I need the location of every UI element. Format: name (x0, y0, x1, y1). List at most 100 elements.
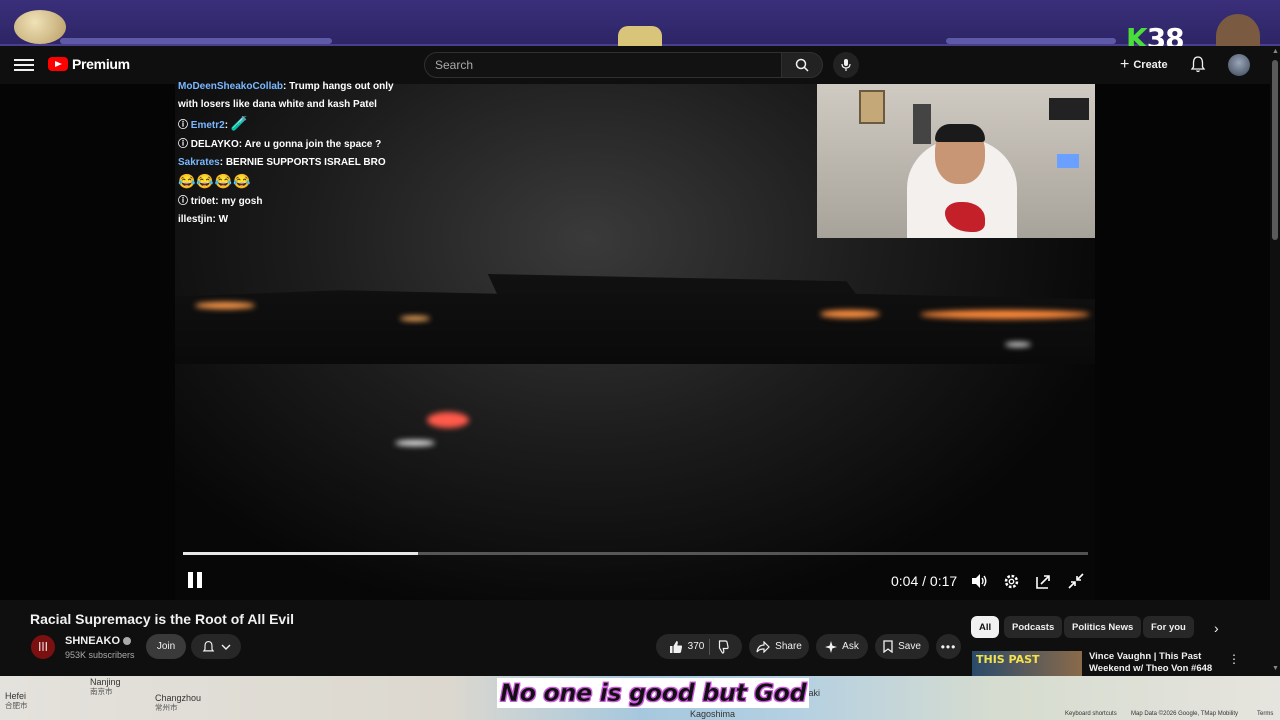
streamer-avatar-graphic (1216, 14, 1260, 46)
fire-glow (427, 412, 469, 428)
chat-message: illestjin: W (178, 214, 229, 226)
voice-search-button[interactable] (833, 52, 859, 78)
more-horizontal-icon: ••• (940, 639, 957, 654)
ask-button[interactable]: Ask (816, 634, 868, 659)
chip-all[interactable]: All (971, 616, 1000, 638)
stream-overlay-banner: K38 (0, 0, 1280, 55)
share-icon (756, 640, 771, 653)
youtube-play-icon (48, 57, 68, 71)
fire-glow (820, 310, 880, 318)
chat-message: ⓘ tri0et: my gosh (178, 196, 263, 208)
streamer-beanie (935, 124, 985, 142)
scroll-up-arrow-icon[interactable]: ▲ (1272, 48, 1279, 55)
bookmark-icon (883, 640, 893, 653)
chat-message: ⓘ Emetr2: 🧪 (178, 115, 250, 132)
webcam-overlay (817, 84, 1095, 238)
fire-glow (920, 310, 1090, 319)
plus-icon: + (1120, 56, 1130, 73)
chat-message: ⓘ DELAYKO: Are u gonna join the space ? (178, 138, 382, 150)
sticker-icon: 🧪 (230, 115, 250, 132)
badge-icon: ⓘ (178, 196, 191, 208)
map-terms-link[interactable]: Terms (1257, 711, 1273, 717)
pause-icon (188, 572, 193, 588)
dislike-button[interactable] (715, 639, 729, 654)
account-avatar[interactable] (1228, 54, 1250, 76)
map-attribution: Map Data ©2026 Google, TMap Mobility (1131, 711, 1239, 717)
map-label: Changzhou 常州市 (155, 693, 202, 713)
save-button[interactable]: Save (875, 634, 929, 659)
scrollbar-thumb[interactable] (1272, 60, 1278, 240)
recommendation-title[interactable]: Vince Vaughn | This Past Weekend w/ Theo… (1089, 651, 1219, 675)
subscriber-count: 953K subscribers (65, 650, 135, 660)
video-title: Racial Supremacy is the Root of All Evil (30, 611, 294, 627)
overlay-bar-right (946, 38, 1116, 44)
fire-glow (400, 316, 430, 321)
search-icon (795, 58, 809, 72)
thumbs-down-icon (719, 639, 729, 654)
sparkle-icon (825, 640, 838, 653)
chat-message: MoDeenSheakoCollab: Trump hangs out only… (178, 81, 394, 111)
notifications-bell-icon[interactable] (1190, 55, 1206, 78)
volume-button[interactable] (968, 570, 990, 592)
overlay-bar-left (60, 38, 332, 44)
fire-glow (195, 302, 255, 309)
wall-frame (859, 90, 885, 124)
coin-graphic (618, 26, 662, 46)
monitor-glow (1057, 154, 1079, 168)
channel-avatar[interactable]: ||| (31, 635, 55, 659)
video-frame-skyline (175, 274, 1095, 364)
channel-name[interactable]: SHNEAKO (65, 635, 132, 647)
scroll-down-arrow-icon[interactable]: ▼ (1272, 665, 1279, 672)
map-keyboard-shortcuts[interactable]: Keyboard shortcuts (1065, 711, 1117, 717)
chip-podcasts[interactable]: Podcasts (1004, 616, 1063, 638)
progress-bar[interactable] (183, 552, 1088, 555)
wall-tv (1049, 98, 1089, 120)
recommendation-thumbnail[interactable]: THIS PAST (972, 651, 1082, 679)
time-display: 0:04 / 0:17 (891, 573, 958, 589)
stream-caption: No one is good but God (497, 678, 810, 708)
join-button[interactable]: Join (146, 634, 186, 659)
collapse-icon (1068, 573, 1084, 589)
share-button[interactable]: Share (749, 634, 809, 659)
badge-icon: ⓘ (178, 138, 191, 150)
search-button[interactable] (781, 52, 823, 78)
miniplayer-icon (1036, 575, 1050, 589)
thumbs-up-icon (669, 640, 682, 653)
badge-icon: ⓘ (178, 120, 191, 132)
create-button[interactable]: + Create (1120, 54, 1168, 76)
chip-politics-news[interactable]: Politics News (1064, 616, 1142, 638)
chevron-right-icon[interactable]: › (1214, 620, 1219, 636)
planet-graphic (14, 10, 66, 44)
verified-icon (123, 637, 132, 646)
divider (709, 638, 711, 655)
light-glow (395, 440, 435, 446)
microphone-icon (841, 59, 851, 71)
pause-button[interactable] (188, 572, 204, 590)
progress-bar-fill (183, 552, 419, 555)
like-button[interactable]: 370 (669, 640, 704, 654)
chip-for-you[interactable]: For you (1143, 616, 1194, 638)
map-label: Hefei 合肥市 (5, 691, 28, 711)
bell-icon (202, 640, 214, 651)
youtube-premium-logo[interactable]: Premium (48, 56, 130, 72)
like-dislike-group: 370 (656, 634, 742, 659)
more-vertical-icon[interactable]: ⋮ (1228, 652, 1240, 666)
volume-icon (972, 574, 987, 588)
settings-button[interactable] (1000, 570, 1022, 592)
subscription-bell-button[interactable] (191, 634, 241, 659)
chat-message: Sakrates: BERNIE SUPPORTS ISRAEL BRO (178, 156, 386, 168)
exit-fullscreen-button[interactable] (1065, 570, 1087, 592)
logo-text: Premium (72, 56, 130, 72)
menu-icon[interactable] (14, 56, 34, 74)
miniplayer-button[interactable] (1033, 570, 1055, 592)
map-label: Kagoshima (690, 709, 736, 719)
search-input[interactable]: Search (424, 52, 782, 78)
page: K38 Premium Search + Create ▲ ▼ MoDeenSh… (0, 0, 1280, 720)
gear-icon (1004, 574, 1018, 588)
stream-chat-overlay: MoDeenSheakoCollab: Trump hangs out only… (178, 78, 398, 230)
more-actions-button[interactable]: ••• (936, 634, 961, 659)
wall-shelf (913, 104, 931, 144)
map-label: Nanjing 南京市 (90, 677, 121, 697)
page-scrollbar[interactable]: ▲ ▼ (1270, 46, 1280, 676)
light-glow (1005, 342, 1031, 347)
